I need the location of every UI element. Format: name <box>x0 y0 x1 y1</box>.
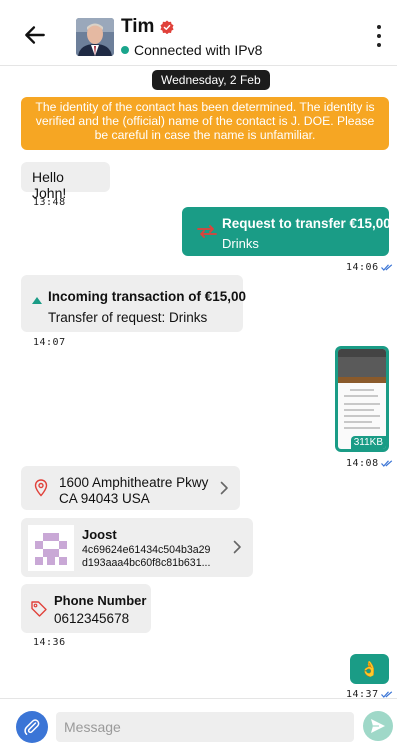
incoming-transaction-title: Incoming transaction of €15,00 <box>48 289 247 304</box>
double-check-icon <box>380 263 392 271</box>
image-size-label: 311KB <box>350 436 386 449</box>
chat-header: Tim Connected with IPv8 <box>0 0 397 66</box>
image-thumbnail[interactable]: 311KB <box>338 349 386 449</box>
incoming-transaction-subtitle: Transfer of request: Drinks <box>48 310 208 325</box>
connection-status-text: Connected with IPv8 <box>134 42 263 58</box>
transfer-request-title: Request to transfer €15,00 <box>222 216 391 231</box>
message-time: 14:36 <box>33 637 66 648</box>
attribute-value: 0612345678 <box>54 611 130 626</box>
verified-badge-icon <box>160 20 174 34</box>
message-input[interactable] <box>56 712 354 742</box>
message-time: 13:48 <box>33 197 66 208</box>
contact-card-bubble[interactable]: Joost 4c69624e61434c504b3a29 d193aaa4bc6… <box>21 518 253 577</box>
send-button[interactable] <box>363 711 393 741</box>
ok-hand-emoji: 👌 <box>360 661 379 678</box>
euro-transfer-icon <box>197 225 217 238</box>
contact-card-key-line2: d193aaa4bc60f8c81b631... <box>82 557 211 569</box>
transfer-request-bubble[interactable]: Request to transfer €15,00 Drinks <box>182 207 391 256</box>
message-time-text: 14:06 <box>346 262 379 273</box>
attach-button[interactable] <box>16 711 48 743</box>
message-time-text: 14:08 <box>346 458 379 469</box>
transfer-request-subtitle: Drinks <box>222 236 259 251</box>
double-check-icon <box>380 690 392 698</box>
contact-name[interactable]: Tim <box>121 16 154 38</box>
message-bubble-incoming[interactable]: Hello John! <box>21 162 110 201</box>
back-arrow-icon[interactable] <box>22 22 48 48</box>
location-pin-icon <box>34 479 48 497</box>
location-address-line2: CA 94043 USA <box>59 491 150 506</box>
message-list[interactable]: Wednesday, 2 Feb The identity of the con… <box>0 66 397 700</box>
paperclip-icon <box>24 719 40 735</box>
emoji-message-bubble[interactable]: 👌 <box>350 654 389 684</box>
more-options-icon[interactable] <box>375 25 383 47</box>
identity-notice: The identity of the contact has been det… <box>21 97 389 150</box>
message-time: 14:06 <box>346 262 393 273</box>
connection-status: Connected with IPv8 <box>121 42 262 58</box>
image-attachment-bubble[interactable]: 311KB <box>335 346 389 452</box>
contact-identicon <box>28 525 74 571</box>
attribute-label: Phone Number <box>54 593 147 608</box>
send-icon <box>371 719 385 733</box>
location-address-line1: 1600 Amphitheatre Pkwy <box>59 475 209 490</box>
message-time: 14:08 <box>346 458 393 469</box>
contact-avatar[interactable] <box>76 18 114 56</box>
message-composer <box>0 698 397 751</box>
chevron-right-icon <box>233 540 241 554</box>
location-bubble[interactable]: 1600 Amphitheatre Pkwy CA 94043 USA <box>21 466 240 510</box>
tag-icon <box>31 601 47 617</box>
identity-attribute-bubble[interactable]: Phone Number 0612345678 <box>21 584 151 633</box>
chevron-right-icon <box>220 481 228 495</box>
incoming-transaction-bubble[interactable]: Incoming transaction of €15,00 Transfer … <box>21 275 247 332</box>
contact-card-key-line1: 4c69624e61434c504b3a29 <box>82 544 211 556</box>
contact-card-name: Joost <box>82 527 117 542</box>
double-check-icon <box>380 459 392 467</box>
message-time: 14:07 <box>33 337 66 348</box>
date-separator: Wednesday, 2 Feb <box>152 70 270 90</box>
status-dot-icon <box>121 46 129 54</box>
arrow-up-triangle-icon <box>32 297 42 304</box>
